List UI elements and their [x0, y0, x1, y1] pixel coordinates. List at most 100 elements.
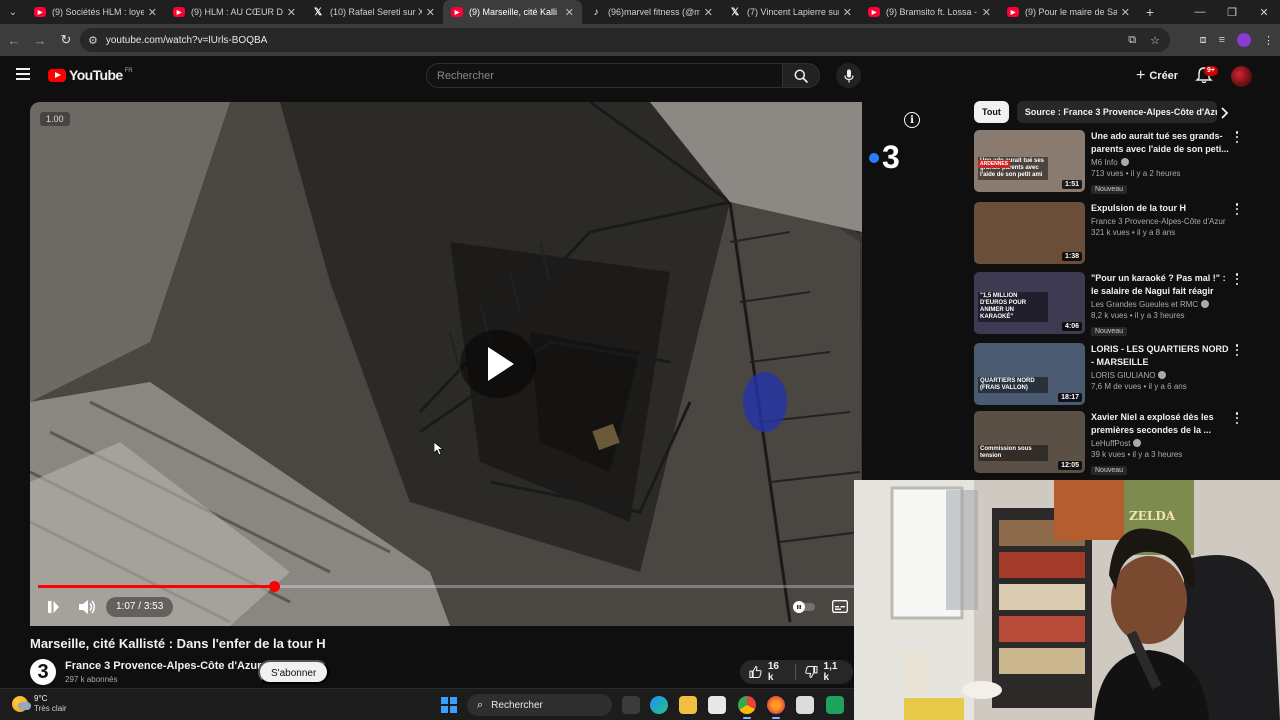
browser-tab[interactable]: ▶ (9) Pour le maire de Saint ✕ [999, 0, 1138, 24]
weather-widget[interactable]: 9°C Très clair [12, 694, 67, 714]
suggestion-thumbnail[interactable]: Une ado aurait tué ses grands-parents av… [974, 130, 1085, 192]
suggestion-title[interactable]: LORIS - LES QUARTIERS NORD - MARSEILLE [1091, 343, 1231, 369]
more-actions-icon[interactable] [1232, 272, 1242, 286]
dislike-button[interactable]: 1,1 k [796, 660, 853, 684]
new-tab-button[interactable]: + [1138, 4, 1162, 20]
close-tab-icon[interactable]: ✕ [704, 6, 713, 19]
browser-menu-icon[interactable]: ⋮ [1263, 34, 1274, 47]
suggestion-channel[interactable]: LeHuffPost [1091, 439, 1231, 448]
chip-all[interactable]: Tout [974, 101, 1009, 123]
suggestion-channel[interactable]: LORIS GIULIANO [1091, 371, 1231, 380]
suggestion-title[interactable]: Expulsion de la tour H [1091, 202, 1231, 215]
app-icon[interactable] [796, 696, 814, 714]
user-avatar[interactable] [1231, 66, 1252, 87]
like-button[interactable]: 16 k [740, 660, 795, 684]
suggestion-channel[interactable]: M6 Info [1091, 158, 1231, 167]
browser-tab[interactable]: ▶ (9) Marseille, cité Kalli ✕ [443, 0, 582, 24]
webcam-overlay: ZELDA [854, 480, 1280, 720]
upload-age: il y a 2 heures [1130, 169, 1181, 178]
youtube-logo[interactable]: YouTube FR [48, 67, 133, 83]
suggestion-thumbnail[interactable]: QUARTIERS NORD (FRAIS VALLON) 18:17 [974, 343, 1085, 405]
suggestion-title[interactable]: Xavier Niel a explosé dès les premières … [1091, 411, 1231, 437]
channel-name[interactable]: France 3 Provence-Alpes-Côte d'Azur [65, 660, 261, 672]
chip-source[interactable]: Source : France 3 Provence-Alpes-Côte d'… [1016, 101, 1217, 123]
back-icon[interactable]: ← [2, 28, 26, 52]
profile-avatar[interactable] [1237, 33, 1251, 47]
url-text[interactable]: youtube.com/watch?v=lUrls-BOQBA [106, 35, 267, 46]
pause-icon[interactable] [46, 600, 60, 614]
close-tab-icon[interactable]: ✕ [1121, 6, 1130, 19]
channel-avatar[interactable]: 3 [30, 659, 56, 685]
browser-tab[interactable]: ♪ (96)marvel fitness (@mar ✕ [582, 0, 721, 24]
progress-bar[interactable] [38, 581, 860, 592]
close-tab-icon[interactable]: ✕ [982, 6, 991, 19]
browser-tab[interactable]: 𝕏 (7) Vincent Lapierre sur X ✕ [721, 0, 860, 24]
close-tab-icon[interactable]: ✕ [287, 6, 296, 19]
youtube-play-logo-icon [48, 68, 66, 82]
close-tab-icon[interactable]: ✕ [148, 6, 157, 19]
suggestion-item[interactable]: "1,5 MILLION D'EUROS POUR ANIMER UN KARA… [974, 272, 1274, 336]
thumbnail-caption: Commission sous tension [978, 445, 1048, 461]
more-actions-icon[interactable] [1232, 411, 1242, 425]
tab-search-icon[interactable]: ⌄ [0, 0, 26, 24]
restore-icon[interactable]: ❐ [1216, 0, 1248, 24]
suggestion-title[interactable]: "Pour un karaoké ? Pas mal !" : le salai… [1091, 272, 1231, 298]
close-tab-icon[interactable]: ✕ [565, 6, 574, 19]
browser-tab[interactable]: ▶ (9) HLM : AU CŒUR DE L ✕ [165, 0, 304, 24]
close-tab-icon[interactable]: ✕ [426, 6, 435, 19]
store-icon[interactable] [708, 696, 726, 714]
edge-icon[interactable] [650, 696, 668, 714]
more-actions-icon[interactable] [1232, 343, 1242, 357]
create-button[interactable]: + Créer [1126, 63, 1188, 88]
suggestion-thumbnail[interactable]: "1,5 MILLION D'EUROS POUR ANIMER UN KARA… [974, 272, 1085, 334]
windows-start-icon[interactable] [441, 697, 457, 713]
taskbar-search[interactable]: ⌕ Rechercher [467, 694, 612, 716]
media-control-icon[interactable]: ≡ [1219, 34, 1225, 46]
task-view-icon[interactable] [622, 696, 640, 714]
forward-icon[interactable]: → [28, 28, 52, 52]
subtitles-icon[interactable] [832, 600, 848, 613]
large-play-button[interactable] [460, 330, 536, 398]
xbox-icon[interactable] [826, 696, 844, 714]
file-explorer-icon[interactable] [679, 696, 697, 714]
menu-icon[interactable] [16, 68, 30, 80]
minimize-icon[interactable]: — [1184, 0, 1216, 24]
search-input[interactable] [426, 63, 782, 88]
chevron-right-icon[interactable] [1218, 106, 1232, 120]
browser-tab[interactable]: 𝕏 (10) Rafael Sereti sur X : " ✕ [304, 0, 443, 24]
subscribe-button[interactable]: S'abonner [258, 660, 330, 684]
suggestion-title[interactable]: Une ado aurait tué ses grands-parents av… [1091, 130, 1231, 156]
browser-tab[interactable]: ▶ (9) Sociétés HLM : loyer n ✕ [26, 0, 165, 24]
browser-tab[interactable]: ▶ (9) Bramsito ft. Lossa - M ✕ [860, 0, 999, 24]
close-window-icon[interactable]: ✕ [1248, 0, 1280, 24]
verified-badge-icon [1158, 371, 1167, 379]
close-tab-icon[interactable]: ✕ [843, 6, 852, 19]
suggestion-thumbnail[interactable]: Commission sous tension 12:05 [974, 411, 1085, 473]
info-icon[interactable]: i [904, 112, 920, 128]
video-player[interactable]: 1.00 [30, 102, 862, 626]
chrome-icon[interactable] [738, 696, 756, 719]
suggestion-channel-name: LORIS GIULIANO [1091, 371, 1156, 380]
bookmark-star-icon[interactable]: ☆ [1150, 34, 1160, 47]
x-favicon-icon: 𝕏 [313, 6, 323, 18]
autoplay-toggle-icon[interactable] [792, 600, 816, 614]
suggestion-channel[interactable]: Les Grandes Gueules et RMC [1091, 300, 1231, 309]
firefox-icon[interactable] [767, 696, 785, 719]
more-actions-icon[interactable] [1232, 202, 1242, 216]
suggestion-channel[interactable]: France 3 Provence-Alpes-Côte d'Azur [1091, 217, 1231, 226]
volume-icon[interactable] [78, 599, 96, 615]
suggestion-item[interactable]: QUARTIERS NORD (FRAIS VALLON) 18:17 LORIS … [974, 343, 1274, 407]
site-info-icon[interactable]: ⚙ [88, 34, 98, 47]
suggestion-channel-name: Les Grandes Gueules et RMC [1091, 300, 1199, 309]
voice-search-button[interactable] [836, 63, 861, 88]
extensions-icon[interactable]: ⧈ [1200, 34, 1207, 47]
suggestion-item[interactable]: 1:38 Expulsion de la tour H France 3 Prove… [974, 202, 1274, 266]
search-button[interactable] [782, 63, 820, 88]
omnibox[interactable]: ⚙ youtube.com/watch?v=lUrls-BOQBA ⧉ ☆ [80, 28, 1170, 52]
cast-icon[interactable]: ⧉ [1128, 34, 1136, 47]
suggestion-item[interactable]: Une ado aurait tué ses grands-parents av… [974, 130, 1274, 194]
suggestion-thumbnail[interactable]: 1:38 [974, 202, 1085, 264]
suggestion-item[interactable]: Commission sous tension 12:05 Xavier Niel … [974, 411, 1274, 475]
reload-icon[interactable]: ↻ [54, 28, 78, 52]
more-actions-icon[interactable] [1232, 130, 1242, 144]
